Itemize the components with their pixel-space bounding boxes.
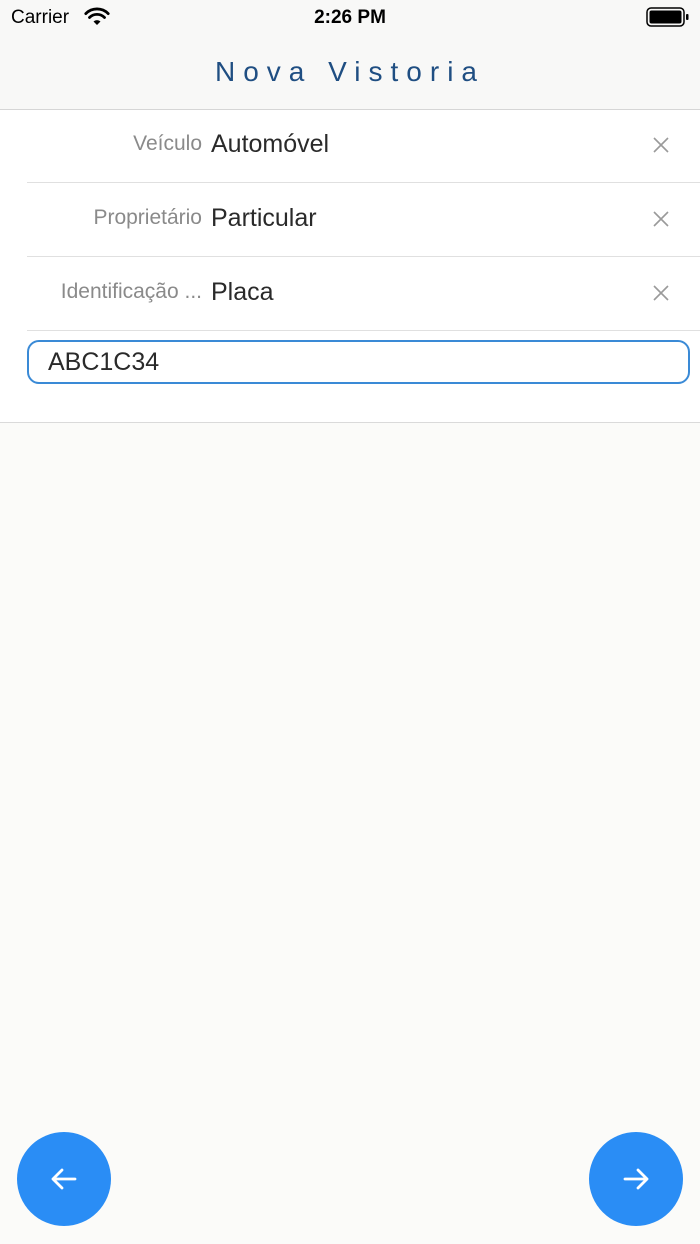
owner-label: Proprietário xyxy=(93,206,202,229)
identification-label: Identificação ... xyxy=(60,280,202,303)
plate-input[interactable] xyxy=(27,340,690,384)
vehicle-value[interactable]: Automóvel xyxy=(211,130,329,159)
close-icon[interactable] xyxy=(650,208,672,230)
arrow-left-icon xyxy=(51,1168,77,1190)
next-button[interactable] xyxy=(589,1132,683,1226)
navigation-bar: Nova Vistoria xyxy=(0,36,700,110)
vehicle-row[interactable]: Veículo Automóvel xyxy=(27,110,700,183)
close-icon[interactable] xyxy=(650,134,672,156)
arrow-right-icon xyxy=(623,1168,649,1190)
battery-icon xyxy=(646,7,689,27)
owner-value[interactable]: Particular xyxy=(211,204,317,233)
identification-row[interactable]: Identificação ... Placa xyxy=(27,258,700,331)
identification-value[interactable]: Placa xyxy=(211,278,274,307)
status-bar: Carrier 2:26 PM xyxy=(0,0,700,36)
vehicle-label: Veículo xyxy=(133,132,202,155)
page-title: Nova Vistoria xyxy=(214,56,485,87)
inspection-form: Veículo Automóvel Proprietário Particula… xyxy=(0,110,700,423)
status-time: 2:26 PM xyxy=(314,7,386,28)
owner-row[interactable]: Proprietário Particular xyxy=(27,184,700,257)
close-icon[interactable] xyxy=(650,282,672,304)
back-button[interactable] xyxy=(17,1132,111,1226)
